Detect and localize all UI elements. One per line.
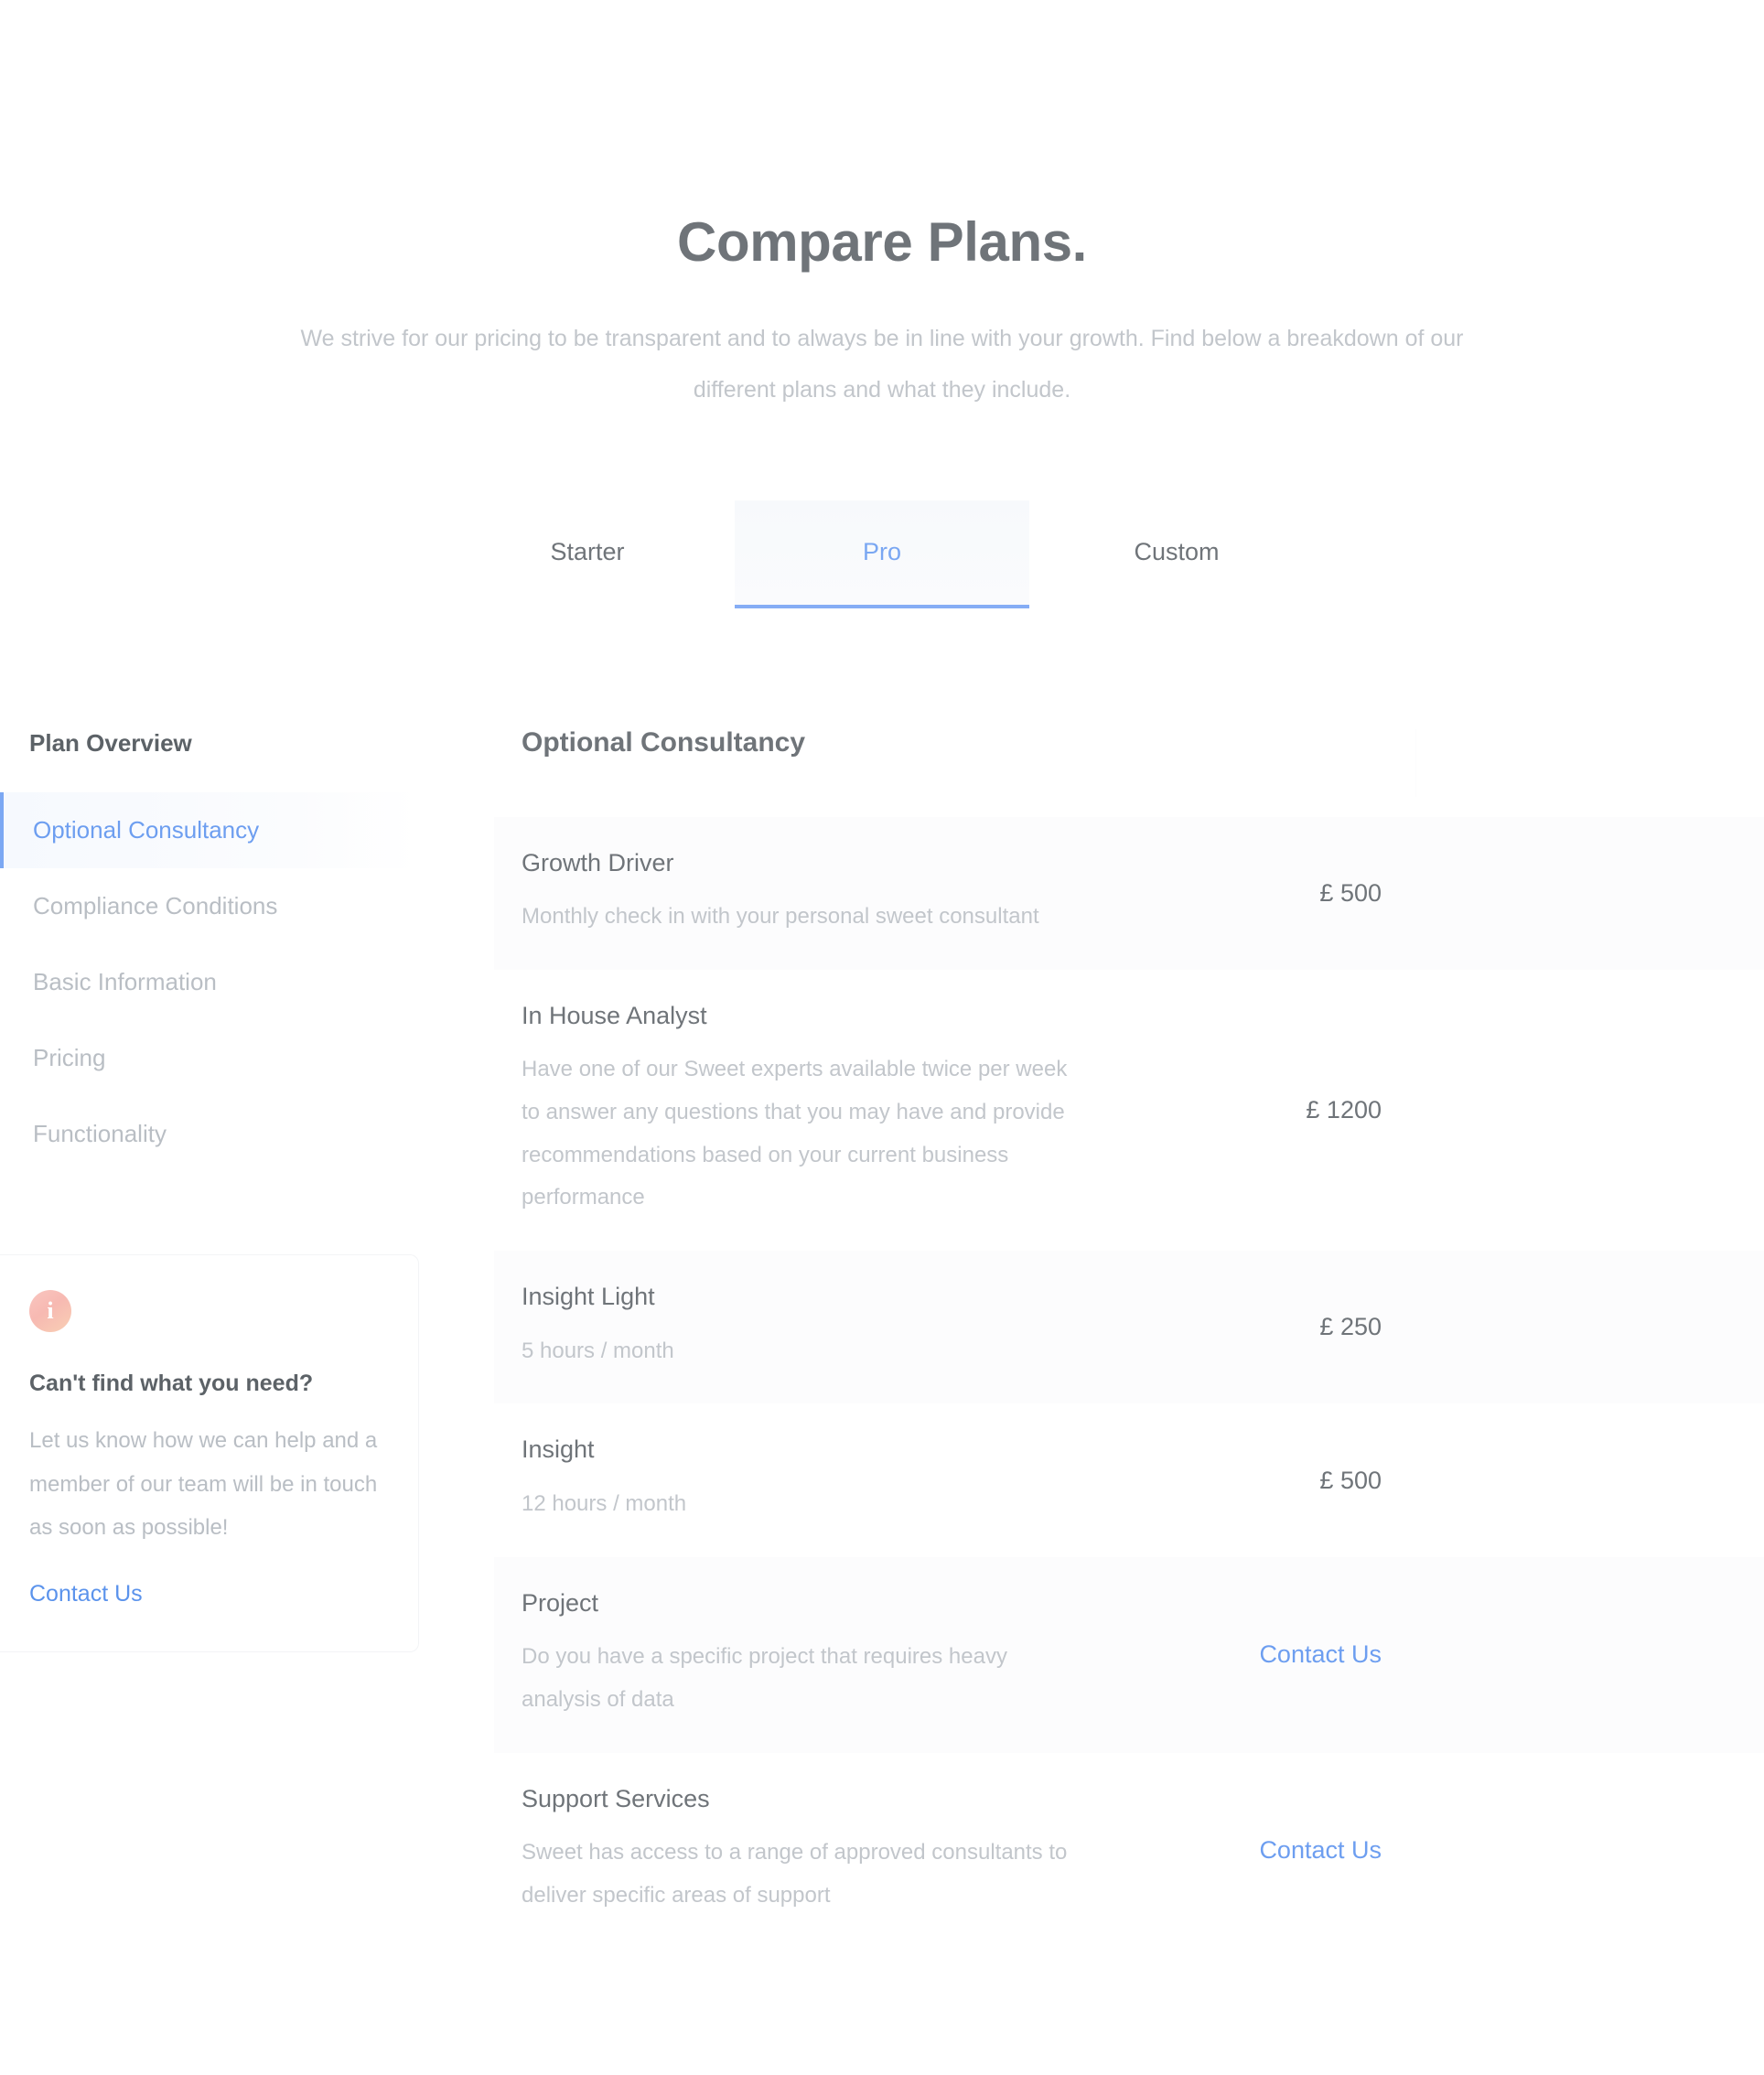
table-row: Growth Driver Monthly check in with your … [494, 816, 1764, 970]
row-title: Support Services [522, 1784, 710, 1812]
sidebar-item-optional-consultancy[interactable]: Optional Consultancy [0, 791, 419, 868]
row-content: Insight 12 hours / month [522, 1435, 1107, 1525]
row-title: Insight [522, 1435, 595, 1464]
row-price: £ 1200 [1306, 1095, 1382, 1124]
row-title: Insight Light [522, 1283, 655, 1311]
row-title: Project [522, 1588, 599, 1617]
row-content: In House Analyst Have one of our Sweet ex… [522, 1001, 1107, 1220]
table-row: Project Do you have a specific project th… [494, 1556, 1764, 1753]
row-price: £ 500 [1319, 1466, 1382, 1494]
row-price: £ 500 [1319, 878, 1382, 907]
row-description: Have one of our Sweet experts available … [522, 1057, 1068, 1210]
row-description: Monthly check in with your personal swee… [522, 903, 1039, 929]
row-contact-us-link[interactable]: Contact Us [1107, 1640, 1382, 1669]
compare-plans-page: Compare Plans. We strive for our pricing… [0, 0, 1764, 2075]
table-row: Insight 12 hours / month £ 500 [494, 1403, 1764, 1557]
row-title: Growth Driver [522, 848, 674, 876]
help-card-contact-us-link[interactable]: Contact Us [29, 1581, 143, 1607]
page-subtitle: We strive for our pricing to be transpar… [300, 326, 1464, 403]
help-card-body: Let us know how we can help and a member… [29, 1428, 378, 1541]
content-area: Plan Overview Optional Consultancy Compli… [0, 726, 1764, 1949]
row-description: 12 hours / month [522, 1490, 687, 1516]
row-content: Support Services Sweet has access to a ra… [522, 1784, 1107, 1918]
help-card: i Can't find what you need? Let us know … [0, 1254, 419, 1652]
row-content: Project Do you have a specific project th… [522, 1588, 1107, 1722]
row-content: Growth Driver Monthly check in with your … [522, 848, 1107, 939]
info-icon: i [29, 1290, 71, 1333]
tab-starter[interactable]: Starter [440, 500, 735, 608]
row-content: Insight Light 5 hours / month [522, 1282, 1107, 1372]
feature-rows: Growth Driver Monthly check in with your … [494, 816, 1764, 1949]
sidebar-item-compliance-conditions[interactable]: Compliance Conditions [0, 868, 494, 944]
sidebar-nav: Optional Consultancy Compliance Condition… [0, 791, 494, 1173]
row-contact-us-link[interactable]: Contact Us [1107, 1836, 1382, 1865]
section-title: Optional Consultancy [522, 726, 806, 758]
help-card-title: Can't find what you need? [29, 1371, 314, 1397]
row-description: Do you have a specific project that requ… [522, 1644, 1007, 1712]
plan-tabs: Starter Pro Custom [0, 500, 1764, 608]
table-row: Support Services Sweet has access to a ra… [494, 1752, 1764, 1949]
sidebar-item-functionality[interactable]: Functionality [0, 1096, 494, 1172]
tab-pro[interactable]: Pro [735, 500, 1029, 608]
row-description: Sweet has access to a range of approved … [522, 1840, 1068, 1908]
row-title: In House Analyst [522, 1001, 707, 1029]
sidebar-item-pricing[interactable]: Pricing [0, 1020, 494, 1096]
main-panel: Optional Consultancy Growth Driver Monthl… [494, 726, 1764, 1949]
hero-section: Compare Plans. We strive for our pricing… [0, 0, 1764, 416]
row-description: 5 hours / month [522, 1338, 674, 1363]
sidebar: Plan Overview Optional Consultancy Compli… [0, 729, 494, 1652]
section-header: Optional Consultancy [494, 726, 1416, 797]
sidebar-item-basic-information[interactable]: Basic Information [0, 944, 494, 1020]
table-row: Insight Light 5 hours / month £ 250 [494, 1251, 1764, 1404]
sidebar-heading: Plan Overview [29, 728, 192, 757]
tab-custom[interactable]: Custom [1029, 500, 1324, 608]
page-title: Compare Plans. [677, 211, 1087, 273]
row-price: £ 250 [1319, 1313, 1382, 1341]
table-row: In House Analyst Have one of our Sweet ex… [494, 969, 1764, 1252]
